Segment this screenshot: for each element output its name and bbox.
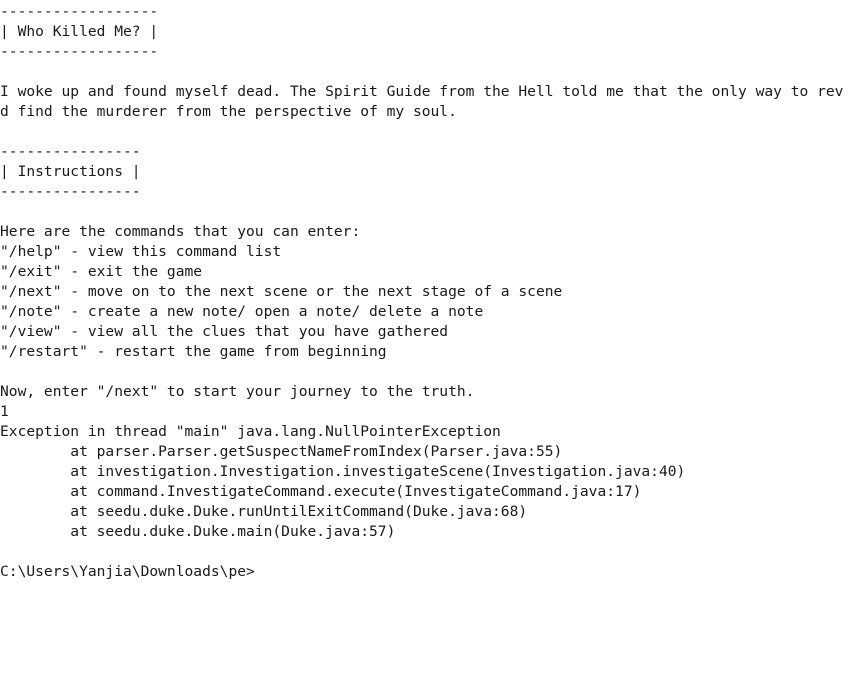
terminal-output[interactable]: ------------------ | Who Killed Me? | --… bbox=[0, 2, 859, 699]
start-prompt: Now, enter "/next" to start your journey… bbox=[0, 383, 475, 400]
stack-trace-line: at command.InvestigateCommand.execute(In… bbox=[0, 483, 642, 500]
instructions-heading: | Instructions | bbox=[0, 163, 141, 180]
command-note: "/note" - create a new note/ open a note… bbox=[0, 303, 484, 320]
stack-trace-line: at parser.Parser.getSuspectNameFromIndex… bbox=[0, 443, 563, 460]
command-restart: "/restart" - restart the game from begin… bbox=[0, 343, 387, 360]
title-border-top: ------------------ bbox=[0, 3, 159, 20]
game-title: | Who Killed Me? | bbox=[0, 23, 159, 40]
instructions-border-top: ---------------- bbox=[0, 143, 141, 160]
title-border-bottom: ------------------ bbox=[0, 43, 159, 60]
command-exit: "/exit" - exit the game bbox=[0, 263, 203, 280]
command-prompt[interactable]: C:\Users\Yanjia\Downloads\pe> bbox=[0, 562, 859, 582]
commands-intro: Here are the commands that you can enter… bbox=[0, 223, 361, 240]
command-next: "/next" - move on to the next scene or t… bbox=[0, 283, 563, 300]
command-view: "/view" - view all the clues that you ha… bbox=[0, 323, 449, 340]
instructions-border-bottom: ---------------- bbox=[0, 183, 141, 200]
exception-message: Exception in thread "main" java.lang.Nul… bbox=[0, 423, 501, 440]
user-input-echo: 1 bbox=[0, 403, 9, 420]
story-intro-line-2: d find the murderer from the perspective… bbox=[0, 103, 457, 120]
stack-trace-line: at seedu.duke.Duke.runUntilExitCommand(D… bbox=[0, 503, 528, 520]
stack-trace-line: at seedu.duke.Duke.main(Duke.java:57) bbox=[0, 523, 396, 540]
stack-trace-line: at investigation.Investigation.investiga… bbox=[0, 463, 686, 480]
command-help: "/help" - view this command list bbox=[0, 243, 282, 260]
story-intro-line-1: I woke up and found myself dead. The Spi… bbox=[0, 83, 844, 100]
